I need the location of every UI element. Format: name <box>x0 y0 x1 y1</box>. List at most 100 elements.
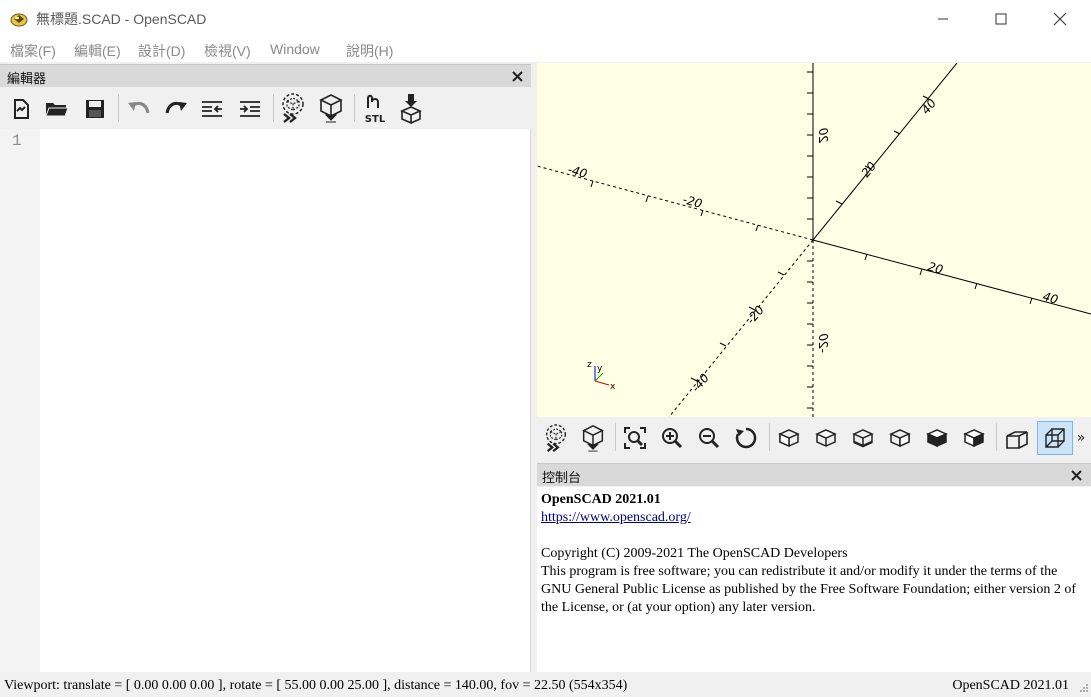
render-icon <box>319 94 343 123</box>
menu-window[interactable]: Window <box>270 41 320 57</box>
code-editor[interactable]: 1 <box>0 129 531 672</box>
x-axis-label: -20 <box>681 192 704 211</box>
console-dock-header: 控制台 <box>537 463 1091 486</box>
save-button[interactable] <box>79 93 111 125</box>
openscad-window: 無標題.SCAD - OpenSCAD 檔案(F) 編輯(E) 設計(D) 檢視… <box>0 0 1091 697</box>
console-copyright: Copyright (C) 2009-2021 The OpenSCAD Dev… <box>541 546 848 561</box>
toolbar-separator <box>118 94 119 122</box>
toolbar-separator <box>273 94 274 122</box>
new-file-icon <box>14 99 29 119</box>
axis-positive-y <box>812 63 958 241</box>
export-stl-icon: STL <box>365 94 386 124</box>
send-to-3d-print-icon <box>400 94 422 124</box>
undo-icon <box>128 101 150 114</box>
axis-negative-y <box>668 239 814 417</box>
redo-button[interactable] <box>160 93 192 125</box>
view-right-button[interactable] <box>773 422 805 454</box>
3d-viewport[interactable]: -40 -20 20 40 20 -20 20 -20 40 -40 z y x <box>537 63 1091 417</box>
minimize-button[interactable] <box>914 0 972 38</box>
preview-button[interactable] <box>277 92 309 124</box>
y-axis-label: -20 <box>744 303 768 327</box>
new-file-button[interactable] <box>5 93 37 125</box>
reset-view-icon <box>735 427 757 449</box>
console-close-button[interactable] <box>1068 467 1084 483</box>
maximize-button[interactable] <box>972 0 1030 38</box>
z-axis-label: -20 <box>816 333 830 353</box>
close-icon <box>1053 12 1067 26</box>
view-toolbar: » <box>537 417 1091 461</box>
view-preview-button[interactable] <box>540 422 572 454</box>
view-back-button[interactable] <box>958 422 990 454</box>
x-axis-label: -40 <box>566 162 589 181</box>
orthogonal-icon <box>1045 428 1065 448</box>
view-left-icon <box>889 429 911 448</box>
redo-icon <box>165 101 187 114</box>
close-window-button[interactable] <box>1031 0 1089 38</box>
view-back-icon <box>963 429 985 448</box>
indicator-x-label: x <box>610 382 616 392</box>
preview-icon <box>545 424 567 452</box>
zoom-out-button[interactable] <box>693 422 725 454</box>
title-bar: 無標題.SCAD - OpenSCAD <box>0 0 1091 38</box>
menu-edit[interactable]: 編輯(E) <box>74 41 121 61</box>
editor-toolbar: STL <box>0 88 531 129</box>
toolbar-more-button[interactable]: » <box>1074 422 1088 454</box>
view-left-button[interactable] <box>884 422 916 454</box>
close-icon <box>511 70 523 82</box>
indent-icon <box>240 101 260 117</box>
orthogonal-button[interactable] <box>1037 421 1073 455</box>
view-all-icon <box>624 427 646 449</box>
z-axis-label: 20 <box>816 127 830 143</box>
render-icon <box>581 425 605 452</box>
view-render-button[interactable] <box>577 422 609 454</box>
render-button[interactable] <box>315 92 347 124</box>
console-output[interactable]: OpenSCAD 2021.01 https://www.openscad.or… <box>537 487 1091 672</box>
send-to-3d-print-button[interactable] <box>395 92 427 124</box>
y-axis-label: -40 <box>689 371 713 395</box>
y-ticks <box>690 95 930 382</box>
view-bottom-button[interactable] <box>847 422 879 454</box>
view-bottom-icon <box>852 429 874 448</box>
open-file-button[interactable] <box>41 93 73 125</box>
export-stl-button[interactable]: STL <box>359 92 391 124</box>
toolbar-separator <box>354 94 355 122</box>
toolbar-separator <box>615 423 616 451</box>
axes-drawing: -40 -20 20 40 20 -20 20 -20 40 -40 z y x <box>537 63 1091 417</box>
save-icon <box>86 100 104 118</box>
view-front-button[interactable] <box>921 422 953 454</box>
editor-title: 編輯器 <box>7 71 47 86</box>
size-grip-icon[interactable] <box>1079 683 1089 693</box>
version-status: OpenSCAD 2021.01 <box>952 678 1069 693</box>
indent-button[interactable] <box>234 93 266 125</box>
y-axis-label: 40 <box>919 96 940 117</box>
view-top-button[interactable] <box>810 422 842 454</box>
window-title: 無標題.SCAD - OpenSCAD <box>36 11 207 27</box>
menu-file[interactable]: 檔案(F) <box>10 41 56 61</box>
zoom-out-icon <box>699 428 720 449</box>
website-link[interactable]: https://www.openscad.org/ <box>541 510 691 525</box>
open-file-icon <box>45 103 69 117</box>
editor-close-button[interactable] <box>509 68 525 84</box>
zoom-in-button[interactable] <box>656 422 688 454</box>
preview-icon <box>282 93 304 123</box>
unindent-icon <box>202 101 222 117</box>
indicator-z-label: z <box>587 360 592 370</box>
reset-view-button[interactable] <box>730 422 762 454</box>
view-top-icon <box>815 429 837 448</box>
undo-button[interactable] <box>123 93 155 125</box>
zoom-in-icon <box>662 428 683 449</box>
console-title: 控制台 <box>542 470 582 485</box>
more-icon: » <box>1076 430 1086 446</box>
menu-view[interactable]: 檢視(V) <box>204 41 251 61</box>
view-all-button[interactable] <box>619 422 651 454</box>
minimize-icon <box>938 18 948 20</box>
viewport-status: Viewport: translate = [ 0.00 0.00 0.00 ]… <box>4 678 628 693</box>
toolbar-separator <box>769 423 770 451</box>
menu-design[interactable]: 設計(D) <box>138 41 185 61</box>
perspective-button[interactable] <box>1001 422 1033 454</box>
unindent-button[interactable] <box>196 93 228 125</box>
indicator-y-label: y <box>597 364 603 374</box>
toolbar-separator <box>996 423 997 451</box>
menu-help[interactable]: 說明(H) <box>346 41 393 61</box>
